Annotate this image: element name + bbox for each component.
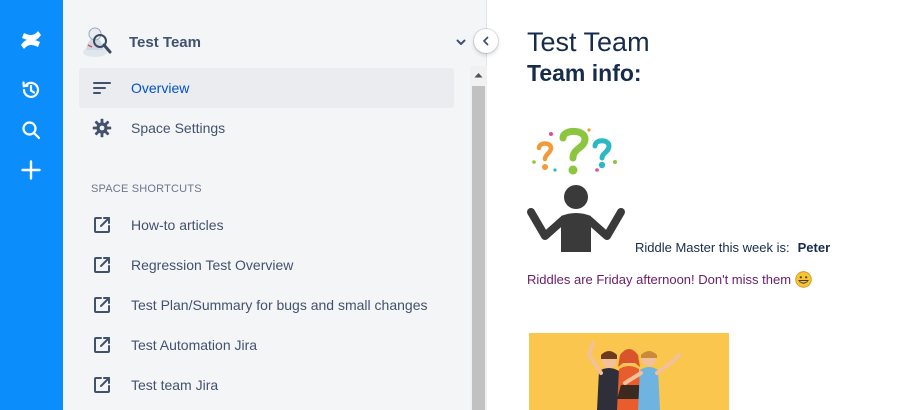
shortcut-label: Regression Test Overview (131, 257, 294, 273)
scrollbar-thumb[interactable] (472, 86, 485, 410)
riddle-master-label: Riddle Master this week is: (635, 240, 790, 255)
space-title: Test Team (129, 33, 201, 51)
grinning-emoji-icon (795, 271, 812, 288)
team-illustration-image (529, 333, 729, 410)
space-sidebar: Test Team Overview Space Settings SPACE … (63, 0, 487, 410)
confluence-logo-icon[interactable] (13, 22, 49, 58)
page-title: Test Team (527, 27, 650, 57)
sidebar-item-space-settings[interactable]: Space Settings (79, 108, 454, 148)
external-link-icon (92, 375, 112, 395)
space-shortcuts-heading: SPACE SHORTCUTS (91, 183, 202, 195)
space-header[interactable]: Test Team (79, 22, 469, 62)
scroll-up-arrow-icon[interactable] (470, 66, 487, 83)
global-sidebar (0, 0, 63, 410)
external-link-icon (92, 295, 112, 315)
shortcut-regression-test-overview[interactable]: Regression Test Overview (79, 245, 454, 285)
sidebar-item-label: Overview (131, 80, 190, 96)
shortcut-label: Test team Jira (131, 377, 219, 393)
shortcut-test-automation-jira[interactable]: Test Automation Jira (79, 325, 454, 365)
shortcut-label: Test Automation Jira (131, 337, 258, 353)
sidebar-item-overview[interactable]: Overview (79, 68, 454, 108)
page-subtitle: Team info: (527, 60, 642, 86)
sidebar-item-label: Space Settings (131, 120, 226, 136)
create-icon[interactable] (13, 152, 49, 188)
chevron-down-icon[interactable] (453, 34, 469, 50)
external-link-icon (92, 335, 112, 355)
riddle-master-image (525, 124, 633, 256)
space-avatar-icon (79, 24, 115, 60)
search-icon[interactable] (13, 112, 49, 148)
collapse-sidebar-button[interactable] (474, 29, 498, 53)
shortcut-how-to-articles[interactable]: How-to articles (79, 205, 454, 245)
chevron-left-icon (483, 36, 489, 46)
sidebar-scrollbar[interactable] (470, 66, 487, 410)
riddle-note-text: Riddles are Friday afternoon! Don't miss… (527, 272, 792, 287)
external-link-icon (92, 215, 112, 235)
gear-icon (92, 118, 112, 138)
overview-icon (92, 78, 112, 98)
shortcut-label: Test Plan/Summary for bugs and small cha… (131, 297, 428, 313)
shortcut-test-team-jira[interactable]: Test team Jira (79, 365, 454, 405)
shortcut-label: How-to articles (131, 217, 224, 233)
confluence-window: Test Team Overview Space Settings SPACE … (0, 0, 904, 410)
external-link-icon (92, 255, 112, 275)
riddle-master-line: Riddle Master this week is: Peter (635, 240, 830, 255)
riddle-note: Riddles are Friday afternoon! Don't miss… (527, 271, 812, 288)
shortcut-test-plan-summary[interactable]: Test Plan/Summary for bugs and small cha… (79, 285, 454, 325)
riddle-master-name: Peter (797, 240, 831, 255)
recent-icon[interactable] (13, 72, 49, 108)
page-content: Test Team Team info: Riddle Master this … (487, 0, 904, 410)
